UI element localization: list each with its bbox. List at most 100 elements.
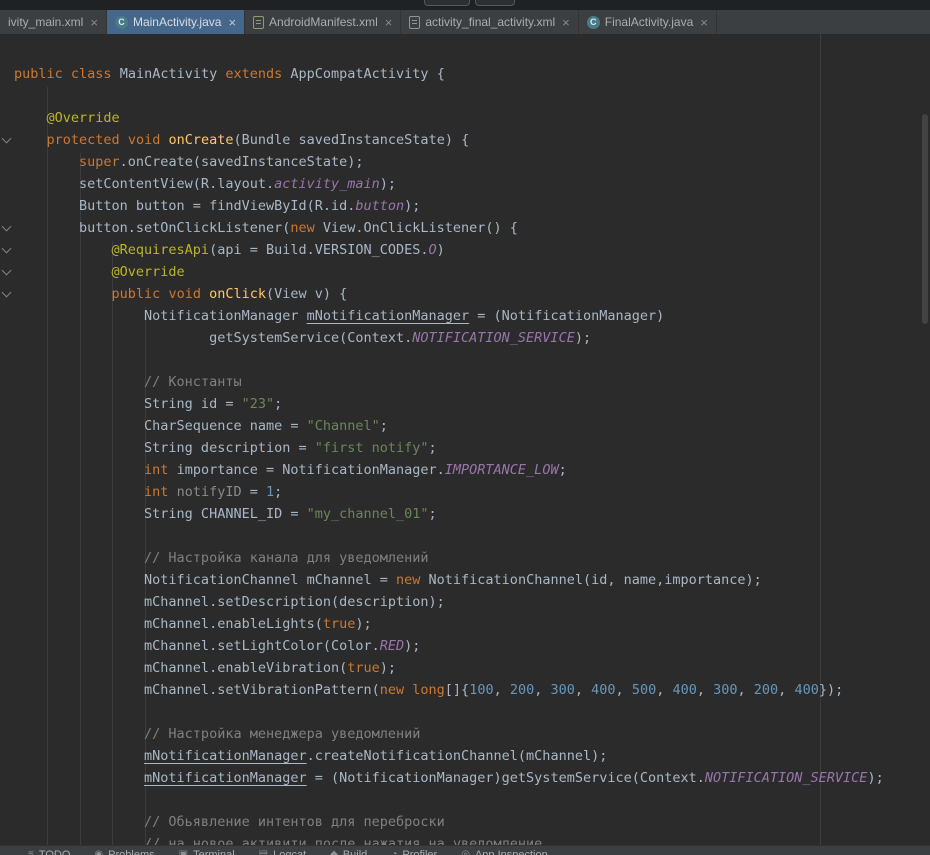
tab-androidmanifest-xml[interactable]: AndroidManifest.xml×: [245, 10, 401, 34]
code-token: );: [380, 176, 396, 192]
statusbar-item-logcat[interactable]: ▤Logcat: [259, 849, 306, 855]
code-token: NotificationManager: [14, 308, 307, 324]
statusbar-item-build[interactable]: ◆Build: [330, 849, 367, 855]
editor[interactable]: public class MainActivity extends AppCom…: [0, 34, 930, 845]
code-token: Button button = findViewById(R.id.: [14, 198, 355, 214]
code-token: 300: [713, 682, 737, 698]
code-line[interactable]: @RequiresApi(api = Build.VERSION_CODES.O…: [14, 239, 930, 261]
code-line[interactable]: Button button = findViewById(R.id.button…: [14, 195, 930, 217]
code-area[interactable]: public class MainActivity extends AppCom…: [0, 34, 930, 845]
code-token: mNotificationManager: [144, 770, 307, 786]
code-line[interactable]: // Настройка канала для уведомлений: [14, 547, 930, 569]
statusbar-item-profiler[interactable]: ◔Profiler: [391, 849, 437, 855]
code-token: 200: [754, 682, 778, 698]
statusbar-item-app-inspection[interactable]: ◎App Inspection: [461, 849, 548, 855]
code-token: getSystemService(Context.: [14, 330, 412, 346]
code-token: setContentView(R.layout.: [14, 176, 274, 192]
code-token: // Константы: [14, 374, 242, 390]
scrollbar-thumb[interactable]: [922, 114, 928, 324]
code-token: [14, 748, 144, 764]
code-token: ,: [616, 682, 632, 698]
close-icon[interactable]: ×: [90, 16, 98, 29]
code-line[interactable]: CharSequence name = "Channel";: [14, 415, 930, 437]
tab-ivity-main-xml[interactable]: ivity_main.xml×: [0, 10, 107, 34]
code-line[interactable]: // Настройка менеджера уведомлений: [14, 723, 930, 745]
code-line[interactable]: [14, 85, 930, 107]
code-token: ;: [429, 440, 437, 456]
code-line[interactable]: mChannel.enableVibration(true);: [14, 657, 930, 679]
code-token: );: [404, 198, 420, 214]
statusbar-item-terminal[interactable]: ▣Terminal: [179, 849, 235, 855]
code-line[interactable]: NotificationManager mNotificationManager…: [14, 305, 930, 327]
code-line[interactable]: mNotificationManager.createNotificationC…: [14, 745, 930, 767]
code-line[interactable]: @Override: [14, 261, 930, 283]
close-icon[interactable]: ×: [700, 16, 708, 29]
code-line[interactable]: [14, 349, 930, 371]
tab-activity-final-activity-xml[interactable]: activity_final_activity.xml×: [401, 10, 578, 34]
code-line[interactable]: // Константы: [14, 371, 930, 393]
code-token: @Override: [14, 110, 120, 126]
code-token: 100: [469, 682, 493, 698]
code-line[interactable]: [14, 701, 930, 723]
code-line[interactable]: public class MainActivity extends AppCom…: [14, 63, 930, 85]
code-line[interactable]: public void onClick(View v) {: [14, 283, 930, 305]
code-line[interactable]: int importance = NotificationManager.IMP…: [14, 459, 930, 481]
statusbar-item-label: Profiler: [402, 849, 437, 855]
statusbar-item-problems[interactable]: ◉Problems: [94, 849, 154, 855]
xml-file-icon: [409, 16, 420, 29]
code-line[interactable]: int notifyID = 1;: [14, 481, 930, 503]
code-line[interactable]: String description = "first notify";: [14, 437, 930, 459]
code-line[interactable]: setContentView(R.layout.activity_main);: [14, 173, 930, 195]
code-token: 1: [266, 484, 274, 500]
code-token: 300: [551, 682, 575, 698]
code-token: .onCreate(savedInstanceState);: [120, 154, 364, 170]
code-line[interactable]: mChannel.setVibrationPattern(new long[]{…: [14, 679, 930, 701]
close-icon[interactable]: ×: [385, 16, 393, 29]
code-line[interactable]: // на новое активити после нажатия на ув…: [14, 833, 930, 845]
tab-mainactivity-java[interactable]: CMainActivity.java×: [107, 10, 245, 34]
code-line[interactable]: [14, 789, 930, 811]
code-line[interactable]: mChannel.setDescription(description);: [14, 591, 930, 613]
code-line[interactable]: getSystemService(Context.NOTIFICATION_SE…: [14, 327, 930, 349]
code-line[interactable]: mChannel.enableLights(true);: [14, 613, 930, 635]
statusbar-item-label: Problems: [108, 849, 154, 855]
code-line[interactable]: // Обьявление интентов для переброски: [14, 811, 930, 833]
code-line[interactable]: mChannel.setLightColor(Color.RED);: [14, 635, 930, 657]
code-token: NOTIFICATION_SERVICE: [412, 330, 575, 346]
editor-scrollbar[interactable]: [920, 34, 930, 845]
statusbar-item-todo[interactable]: ≡TODO: [28, 849, 70, 855]
close-icon[interactable]: ×: [562, 16, 570, 29]
code-line[interactable]: super.onCreate(savedInstanceState);: [14, 151, 930, 173]
code-line[interactable]: mNotificationManager = (NotificationMana…: [14, 767, 930, 789]
code-token: button.setOnClickListener(: [14, 220, 290, 236]
code-token: ,: [575, 682, 591, 698]
code-token: );: [867, 770, 883, 786]
code-line[interactable]: NotificationChannel mChannel = new Notif…: [14, 569, 930, 591]
statusbar-item-label: App Inspection: [475, 849, 548, 855]
code-token: ;: [429, 506, 437, 522]
code-line[interactable]: button.setOnClickListener(new View.OnCli…: [14, 217, 930, 239]
code-token: int: [14, 484, 168, 500]
tab-finalactivity-java[interactable]: CFinalActivity.java×: [579, 10, 717, 34]
code-line[interactable]: String id = "23";: [14, 393, 930, 415]
close-icon[interactable]: ×: [228, 16, 236, 29]
code-line[interactable]: @Override: [14, 107, 930, 129]
code-token: O: [429, 242, 437, 258]
code-token: [201, 286, 209, 302]
code-token: ;: [559, 462, 567, 478]
code-token: = (NotificationManager): [469, 308, 664, 324]
titlebar-button[interactable]: [424, 0, 470, 6]
code-token: [63, 66, 71, 82]
statusbar-item-label: TODO: [39, 849, 71, 855]
code-token: @RequiresApi: [14, 242, 209, 258]
java-class-icon: C: [115, 16, 128, 29]
code-token: String id =: [14, 396, 242, 412]
code-line[interactable]: [14, 525, 930, 547]
code-token: public: [14, 286, 160, 302]
code-line[interactable]: String CHANNEL_ID = "my_channel_01";: [14, 503, 930, 525]
code-line[interactable]: protected void onCreate(Bundle savedInst…: [14, 129, 930, 151]
code-token: mNotificationManager: [144, 748, 307, 764]
titlebar-button[interactable]: [475, 0, 515, 6]
code-token: 400: [672, 682, 696, 698]
logcat-icon: ▤: [259, 850, 268, 855]
